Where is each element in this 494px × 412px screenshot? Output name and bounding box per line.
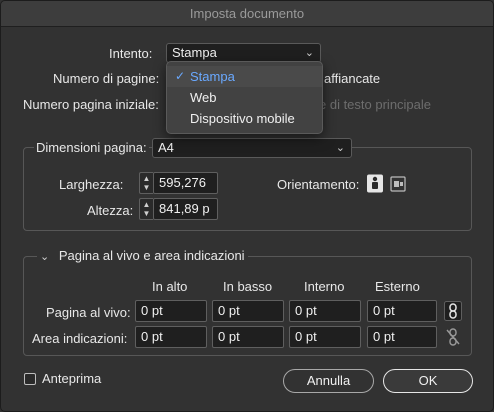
bleed-bottom-field[interactable]: 0 pt <box>212 300 284 322</box>
height-label: Altezza: <box>87 203 134 218</box>
bleed-section-header[interactable]: ⌄ Pagina al vivo e area indicazioni <box>37 248 248 263</box>
pages-label: Numero di pagine: <box>53 71 160 86</box>
menu-item-label: Dispositivo mobile <box>190 111 295 126</box>
slug-row-label: Area indicazioni: <box>32 331 128 346</box>
document-setup-dialog: Imposta documento Intento: Stampa ⌄ Nume… <box>0 0 494 412</box>
chevron-down-icon: ⌄ <box>40 251 50 263</box>
menu-item-web[interactable]: Web <box>167 87 322 108</box>
menu-item-mobile[interactable]: Dispositivo mobile <box>167 108 322 129</box>
start-page-label: Numero pagina iniziale: <box>23 97 159 112</box>
preview-checkbox[interactable] <box>24 373 36 385</box>
preview-label: Anteprima <box>42 371 102 386</box>
column-top-label: In alto <box>152 279 188 294</box>
page-size-label: Dimensioni pagina: <box>34 140 149 155</box>
portrait-icon[interactable] <box>366 174 386 194</box>
page-size-value: A4 <box>158 140 174 155</box>
slug-bottom-field[interactable]: 0 pt <box>212 326 284 348</box>
height-stepper[interactable]: ▲ ▼ <box>139 198 153 220</box>
link-icon[interactable] <box>444 301 462 321</box>
width-label: Larghezza: <box>59 177 124 192</box>
bleed-section-label: Pagina al vivo e area indicazioni <box>58 248 245 263</box>
unlink-icon[interactable] <box>444 327 462 347</box>
height-field[interactable]: 841,89 p <box>153 198 218 220</box>
page-size-select[interactable]: A4 ⌄ <box>152 138 352 158</box>
width-stepper[interactable]: ▲ ▼ <box>139 172 153 194</box>
checkmark-icon: ✓ <box>175 69 186 83</box>
column-bottom-label: In basso <box>223 279 273 294</box>
intent-dropdown-menu: ✓ Stampa Web Dispositivo mobile <box>166 61 323 134</box>
ok-button[interactable]: OK <box>383 369 473 393</box>
bleed-row-label: Pagina al vivo: <box>46 305 131 320</box>
facing-pages-label[interactable]: affiancate <box>324 71 380 86</box>
column-outside-label: Esterno <box>375 279 420 294</box>
intent-select[interactable]: Stampa ⌄ <box>166 43 321 63</box>
menu-item-label: Web <box>190 90 217 105</box>
cancel-button[interactable]: Annulla <box>283 369 374 393</box>
width-field[interactable]: 595,276 <box>153 172 218 194</box>
bleed-top-field[interactable]: 0 pt <box>135 300 207 322</box>
column-inside-label: Interno <box>304 279 345 294</box>
landscape-icon[interactable] <box>389 174 409 194</box>
window-title: Imposta documento <box>1 1 493 27</box>
chevron-down-icon: ⌄ <box>304 47 314 59</box>
slug-top-field[interactable]: 0 pt <box>135 326 207 348</box>
slug-outside-field[interactable]: 0 pt <box>367 326 437 348</box>
bleed-outside-field[interactable]: 0 pt <box>367 300 437 322</box>
intent-label: Intento: <box>109 46 153 61</box>
bleed-inside-field[interactable]: 0 pt <box>289 300 361 322</box>
primary-text-frame-label[interactable]: e di testo principale <box>319 97 431 112</box>
intent-value: Stampa <box>172 45 217 60</box>
menu-item-print[interactable]: ✓ Stampa <box>167 66 322 87</box>
slug-inside-field[interactable]: 0 pt <box>289 326 361 348</box>
menu-item-label: Stampa <box>190 69 235 84</box>
orientation-label: Orientamento: <box>277 177 360 192</box>
chevron-down-icon: ⌄ <box>335 142 345 154</box>
